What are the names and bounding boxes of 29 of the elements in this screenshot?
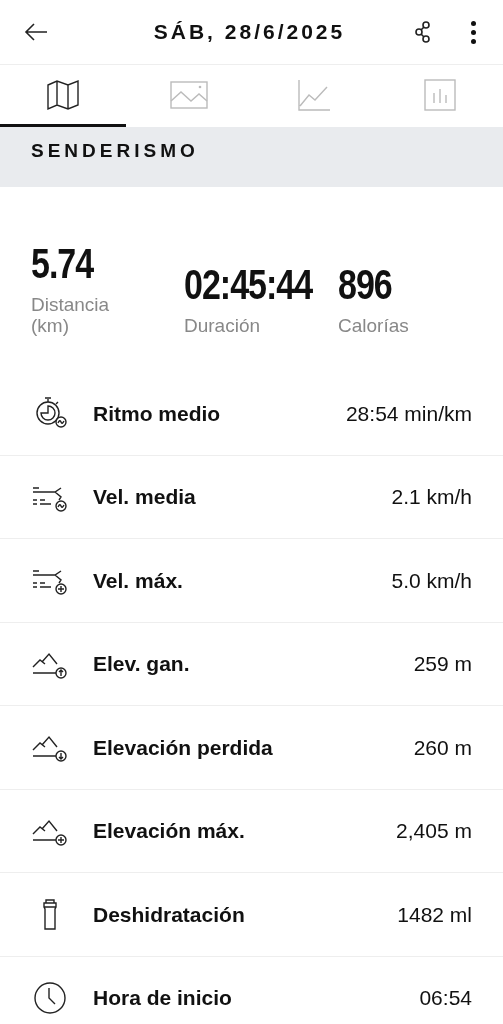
metric-label: Vel. media (93, 484, 197, 510)
map-icon (45, 78, 80, 111)
stat-label: Duración (184, 315, 262, 336)
metric-label: Elevación perdida (93, 734, 274, 761)
metric-value: 5.0 km/h (391, 567, 472, 594)
metric-value: 06:54 (419, 985, 472, 1011)
metric-value: 2,405 m (396, 818, 472, 844)
clock-icon (31, 980, 69, 1015)
stat-value: 5.74 (31, 241, 94, 284)
bar-chart-icon (424, 78, 457, 111)
metric-value: 28:54 min/km (345, 400, 472, 427)
stat-label: Distancia (km) (31, 294, 111, 336)
metric-value: 1482 ml (397, 901, 472, 928)
metric-label: Deshidratación (93, 901, 246, 928)
metric-value: 259 m (413, 651, 472, 677)
image-icon (169, 80, 208, 109)
stat-label: Calorías (338, 315, 409, 336)
stat-value: 896 (338, 262, 392, 305)
line-chart-icon (297, 78, 332, 111)
metric-value: 260 m (413, 734, 472, 761)
metric-value: 2.1 km/h (391, 484, 472, 510)
metric-label: Elevación máx. (93, 818, 246, 844)
metric-label: Elev. gan. (93, 651, 191, 677)
metric-label: Vel. máx. (93, 567, 184, 594)
metric-label: Ritmo medio (93, 400, 222, 427)
activity-banner: SENDERISMO (0, 127, 503, 187)
stat-value: 02:45:44 (184, 262, 313, 305)
metric-label: Hora de inicio (93, 985, 233, 1011)
page-title: SÁB, 28/6/2025 (152, 19, 347, 46)
